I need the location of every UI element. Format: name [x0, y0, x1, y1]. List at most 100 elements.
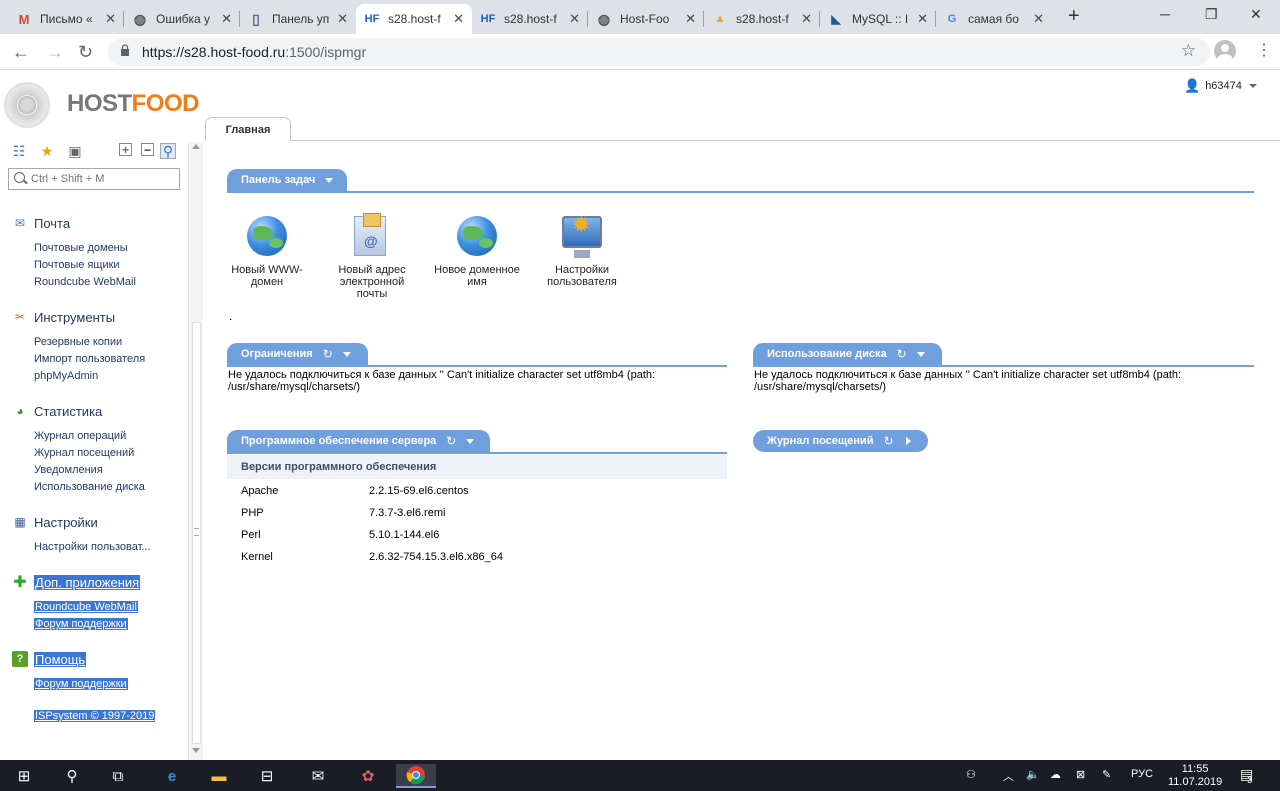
- tile-new-email[interactable]: Новый адрес электронной почты: [327, 213, 417, 300]
- sidebar-item[interactable]: Журнал операций: [34, 430, 126, 442]
- browser-tab[interactable]: Gсамая бо ✕: [936, 4, 1052, 34]
- tab-main[interactable]: Главная: [205, 117, 291, 141]
- scroll-up-icon[interactable]: [192, 144, 200, 149]
- software-header[interactable]: Программное обеспечение сервера ↻: [227, 430, 490, 452]
- volume-icon[interactable]: 🔈: [1026, 768, 1040, 781]
- chevron-down-icon[interactable]: [916, 351, 925, 357]
- forward-icon[interactable]: →: [46, 42, 64, 63]
- sidebar-item[interactable]: Форум поддержки: [34, 618, 128, 630]
- tile-new-domain-name[interactable]: Новое доменное имя: [432, 214, 522, 288]
- sidebar-section[interactable]: ? Помощь: [12, 651, 87, 667]
- paint-icon[interactable]: ✿: [348, 764, 388, 788]
- close-window-icon[interactable]: ✕: [1250, 6, 1262, 23]
- network-icon[interactable]: ⊠: [1076, 768, 1085, 781]
- sidebar-scrollbar[interactable]: [188, 142, 203, 760]
- browser-tab[interactable]: M Письмо « ✕: [8, 4, 124, 34]
- sidebar-section[interactable]: ✚ Доп. приложения: [12, 574, 141, 591]
- refresh-icon[interactable]: ↻: [897, 347, 907, 361]
- tile-user-settings[interactable]: Настройки пользователя: [537, 214, 627, 288]
- sidebar-section[interactable]: ✂ Инструменты: [12, 309, 115, 325]
- favorites-star-icon[interactable]: ★: [39, 143, 55, 159]
- sidebar-item[interactable]: Почтовые ящики: [34, 259, 120, 271]
- maximize-icon[interactable]: ❐: [1205, 6, 1218, 23]
- browser-tab[interactable]: ◣ MySQL :: I ✕: [820, 4, 936, 34]
- sidebar-item[interactable]: Резервные копии: [34, 336, 122, 348]
- close-tab-icon[interactable]: ✕: [801, 11, 812, 27]
- sidebar-item[interactable]: Roundcube WebMail: [34, 276, 136, 288]
- people-icon[interactable]: ⚇: [966, 768, 976, 781]
- expand-all-icon[interactable]: +: [119, 143, 132, 157]
- search-input[interactable]: [31, 172, 176, 186]
- onedrive-icon[interactable]: ☁: [1050, 768, 1061, 781]
- refresh-icon[interactable]: ↻: [446, 434, 456, 448]
- user-menu[interactable]: 👤 h63474: [1184, 78, 1257, 94]
- splitter-grip-icon[interactable]: [194, 528, 199, 536]
- browser-tab[interactable]: HF s28.host-f ✕: [472, 4, 588, 34]
- sidebar-item[interactable]: Импорт пользователя: [34, 353, 145, 365]
- tray-chevron-up-icon[interactable]: ︿: [1003, 768, 1014, 784]
- browser-tab[interactable]: ◍ Host-Foo ✕: [588, 4, 704, 34]
- sidebar-section[interactable]: ✉ Почта: [12, 215, 70, 231]
- sidebar-item[interactable]: Форум поддержки: [34, 678, 128, 690]
- search-icon[interactable]: ⚲: [52, 764, 92, 788]
- sidebar-item[interactable]: Настройки пользоват...: [34, 541, 151, 553]
- refresh-icon[interactable]: ↻: [323, 347, 333, 361]
- menu-search[interactable]: [8, 168, 180, 190]
- browser-tab[interactable]: ◍ Ошибка у ✕: [124, 4, 240, 34]
- chevron-down-icon[interactable]: [325, 177, 334, 183]
- disk-header[interactable]: Использование диска ↻: [753, 343, 942, 365]
- chevron-down-icon[interactable]: [342, 351, 351, 357]
- close-tab-icon[interactable]: ✕: [569, 11, 580, 27]
- browser-tab[interactable]: ▲ s28.host-f ✕: [704, 4, 820, 34]
- windows-start-icon[interactable]: ⊞: [4, 764, 44, 788]
- sidebar-item[interactable]: Почтовые домены: [34, 242, 128, 254]
- clipboard-icon[interactable]: ▣: [67, 143, 83, 159]
- browser-tab[interactable]: HF s28.host-f ✕: [356, 4, 472, 34]
- sidebar-section[interactable]: ◕ Статистика: [12, 403, 102, 419]
- sidebar-item[interactable]: Roundcube WebMail: [34, 601, 138, 613]
- minimize-icon[interactable]: ─: [1160, 6, 1170, 22]
- notifications-icon[interactable]: ▤3: [1240, 766, 1258, 785]
- address-bar[interactable]: https://s28.host-food.ru:1500/ispmgr ☆: [108, 38, 1210, 66]
- explorer-icon[interactable]: ▬: [199, 764, 239, 788]
- close-tab-icon[interactable]: ✕: [1033, 11, 1044, 27]
- browser-tab[interactable]: ▯ Панель уп ✕: [240, 4, 356, 34]
- hostfood-logo[interactable]: HOSTFOOD: [2, 80, 200, 130]
- browser-menu-icon[interactable]: ⋮: [1256, 40, 1272, 60]
- reload-icon[interactable]: ↻: [78, 42, 93, 63]
- chevron-right-icon[interactable]: [905, 437, 911, 445]
- clock[interactable]: 11:55 11.07.2019: [1168, 763, 1222, 789]
- taskpanel-header[interactable]: Панель задач: [227, 169, 347, 191]
- sidebar-item[interactable]: Использование диска: [34, 481, 145, 493]
- copyright-link[interactable]: ISPsystem © 1997-2019: [34, 710, 156, 722]
- close-tab-icon[interactable]: ✕: [337, 11, 348, 27]
- back-icon[interactable]: ←: [12, 42, 30, 63]
- tile-new-www-domain[interactable]: Новый WWW-домен: [222, 214, 312, 288]
- sidebar-item[interactable]: Уведомления: [34, 464, 103, 476]
- close-tab-icon[interactable]: ✕: [221, 11, 232, 27]
- browser-profile-avatar[interactable]: [1214, 40, 1236, 62]
- sidebar-item[interactable]: Журнал посещений: [34, 447, 134, 459]
- collapse-all-icon[interactable]: −: [141, 143, 154, 157]
- bookmark-star-icon[interactable]: ☆: [1181, 41, 1196, 61]
- edge-icon[interactable]: e: [152, 764, 192, 788]
- menu-tree-icon[interactable]: ☷: [11, 143, 27, 159]
- input-language[interactable]: РУС: [1131, 768, 1153, 780]
- task-view-icon[interactable]: ⧉: [98, 764, 138, 788]
- store-icon[interactable]: ⊟: [247, 764, 287, 788]
- close-tab-icon[interactable]: ✕: [453, 11, 464, 27]
- new-tab-button[interactable]: +: [1068, 5, 1080, 28]
- mail-icon[interactable]: ✉: [298, 764, 338, 788]
- sidebar-section[interactable]: ▦ Настройки: [12, 514, 98, 530]
- limits-header[interactable]: Ограничения ↻: [227, 343, 368, 365]
- chrome-icon[interactable]: [396, 764, 436, 788]
- close-tab-icon[interactable]: ✕: [917, 11, 928, 27]
- scroll-down-icon[interactable]: [192, 748, 200, 753]
- pin-icon[interactable]: ⚲: [160, 143, 176, 159]
- pen-icon[interactable]: ✎: [1102, 768, 1111, 781]
- close-tab-icon[interactable]: ✕: [105, 11, 116, 27]
- refresh-icon[interactable]: ↻: [883, 434, 893, 448]
- visits-header[interactable]: Журнал посещений ↻: [753, 430, 928, 452]
- close-tab-icon[interactable]: ✕: [685, 11, 696, 27]
- chevron-down-icon[interactable]: [466, 438, 475, 444]
